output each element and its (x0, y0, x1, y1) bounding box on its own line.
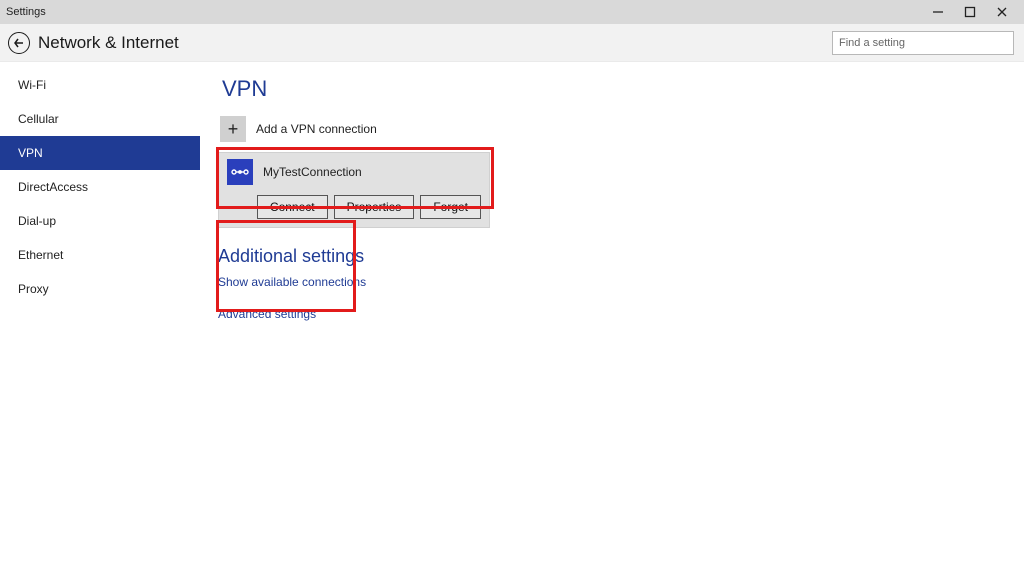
sidebar-item-cellular[interactable]: Cellular (0, 102, 200, 136)
content-area: VPN + Add a VPN connection MyTestConnect… (200, 62, 1024, 576)
search-placeholder: Find a setting (839, 37, 905, 49)
back-button[interactable] (8, 32, 30, 54)
sidebar-item-directaccess[interactable]: DirectAccess (0, 170, 200, 204)
close-icon (996, 6, 1008, 18)
page-title: VPN (218, 76, 1024, 102)
vpn-icon (227, 159, 253, 185)
minimize-button[interactable] (922, 0, 954, 24)
sidebar-item-label: Wi-Fi (18, 78, 46, 92)
vpn-connection-item[interactable]: MyTestConnection Connect Properties Forg… (218, 152, 490, 228)
plus-icon: + (220, 116, 246, 142)
additional-settings-title: Additional settings (218, 246, 1024, 267)
advanced-settings-link[interactable]: Advanced settings (218, 307, 1024, 321)
sidebar-item-ethernet[interactable]: Ethernet (0, 238, 200, 272)
vpn-connection-name: MyTestConnection (263, 165, 362, 179)
maximize-button[interactable] (954, 0, 986, 24)
additional-settings-section: Additional settings Show available conne… (218, 246, 1024, 321)
title-bar: Settings (0, 0, 1024, 24)
maximize-icon (964, 6, 976, 18)
sidebar-item-label: VPN (18, 146, 43, 160)
sidebar-item-label: Dial-up (18, 214, 56, 228)
sidebar-item-wifi[interactable]: Wi-Fi (0, 68, 200, 102)
sidebar-item-label: Ethernet (18, 248, 63, 262)
sidebar-item-label: Cellular (18, 112, 59, 126)
search-input[interactable]: Find a setting (832, 31, 1014, 55)
back-arrow-icon (13, 37, 25, 49)
add-vpn-connection[interactable]: + Add a VPN connection (218, 116, 1024, 142)
header-bar: Network & Internet Find a setting (0, 24, 1024, 62)
sidebar-item-vpn[interactable]: VPN (0, 136, 200, 170)
window-title: Settings (6, 6, 46, 18)
sidebar-item-proxy[interactable]: Proxy (0, 272, 200, 306)
sidebar-item-dialup[interactable]: Dial-up (0, 204, 200, 238)
sidebar-item-label: DirectAccess (18, 180, 88, 194)
connect-button[interactable]: Connect (257, 195, 328, 219)
sidebar: Wi-Fi Cellular VPN DirectAccess Dial-up … (0, 62, 200, 576)
add-vpn-label: Add a VPN connection (256, 122, 377, 136)
show-available-connections-link[interactable]: Show available connections (218, 275, 1024, 289)
close-button[interactable] (986, 0, 1018, 24)
minimize-icon (932, 6, 944, 18)
properties-button[interactable]: Properties (334, 195, 415, 219)
forget-button[interactable]: Forget (420, 195, 481, 219)
sidebar-item-label: Proxy (18, 282, 49, 296)
breadcrumb: Network & Internet (38, 33, 179, 53)
